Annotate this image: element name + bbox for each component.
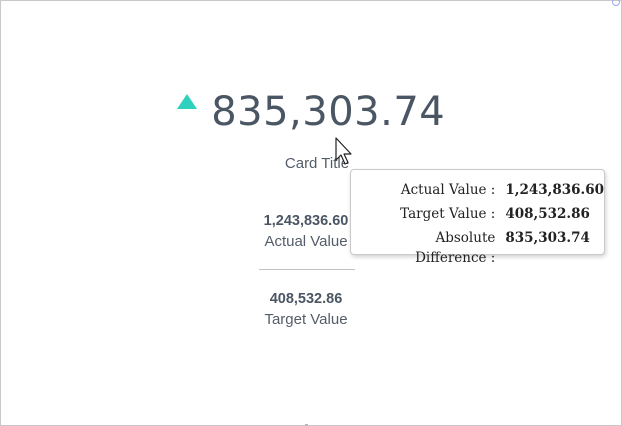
tooltip-value: 1,243,836.60 bbox=[505, 182, 604, 198]
tooltip-row-target: Target Value : 408,532.86 bbox=[361, 204, 604, 228]
trend-up-icon bbox=[176, 94, 197, 109]
target-value: 408,532.86 bbox=[269, 291, 343, 307]
tooltip-value: 408,532.86 bbox=[505, 206, 590, 222]
target-label: Target Value bbox=[264, 311, 348, 328]
kpi-card: 835,303.74 Card Title 1,243,836.60 Actua… bbox=[0, 0, 622, 426]
tooltip-label: Target Value : bbox=[400, 206, 496, 222]
tooltip-table: Actual Value : 1,243,836.60 Target Value… bbox=[361, 180, 604, 268]
kpi-header: 835,303.74 bbox=[1, 89, 621, 135]
kpi-tooltip: Actual Value : 1,243,836.60 Target Value… bbox=[350, 169, 605, 266]
tooltip-value: 835,303.74 bbox=[505, 230, 590, 246]
mouse-cursor-icon bbox=[335, 137, 352, 165]
actual-label: Actual Value bbox=[264, 233, 348, 250]
corner-handle-icon bbox=[612, 0, 620, 6]
actual-metric: 1,243,836.60 Actual Value bbox=[257, 213, 355, 250]
actual-value: 1,243,836.60 bbox=[263, 213, 349, 229]
tooltip-label: Actual Value : bbox=[400, 182, 496, 198]
tooltip-row-actual: Actual Value : 1,243,836.60 bbox=[361, 180, 604, 204]
kpi-value[interactable]: 835,303.74 bbox=[211, 89, 445, 135]
target-metric: 408,532.86 Target Value bbox=[257, 291, 355, 328]
tooltip-label: Absolute Difference : bbox=[415, 230, 496, 266]
metric-divider bbox=[259, 269, 355, 270]
tooltip-row-difference: Absolute Difference : 835,303.74 bbox=[361, 228, 604, 268]
